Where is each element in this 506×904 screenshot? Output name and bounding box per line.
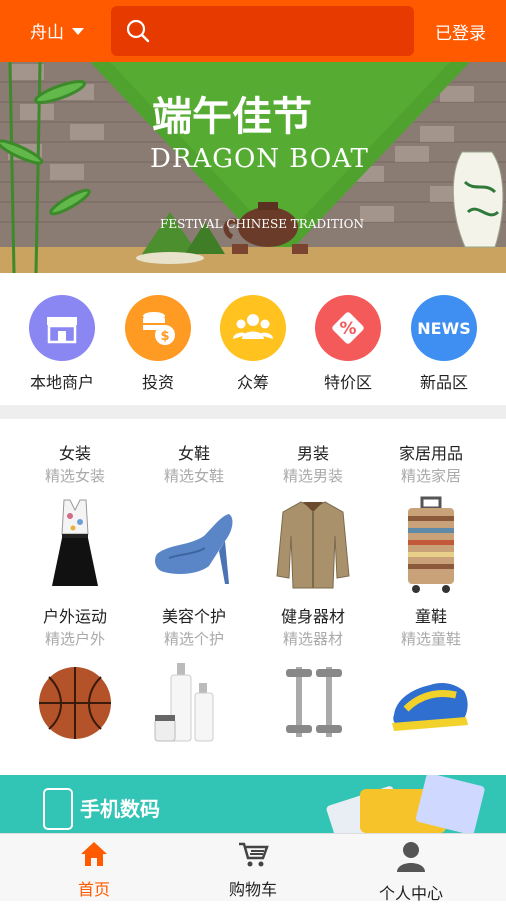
product-category-beauty-care[interactable]: 美容个护 精选个护 [131,607,257,749]
category-local-merchants[interactable]: 本地商户 [14,295,110,393]
search-icon [126,19,150,43]
cart-icon [239,842,269,867]
category-shortcuts: 本地商户 $ 投资 众筹 % 特价区 NEWS 新品区 [0,273,506,405]
product-title: 童鞋 [414,607,447,626]
product-title: 美容个护 [161,607,226,626]
product-category-home-goods[interactable]: 家居用品 精选家居 [368,444,494,596]
city-selector[interactable]: 舟山 [30,18,84,43]
product-title: 家居用品 [398,444,463,463]
product-subtitle: 精选男装 [282,467,343,485]
product-title: 户外运动 [42,607,107,626]
product-title: 女装 [58,444,91,463]
group-icon [220,295,286,361]
product-subtitle: 精选器材 [282,630,343,648]
section-divider [0,405,506,419]
jacket-icon [276,501,350,589]
banner-subtitle: FESTIVAL CHINESE TRADITION [160,217,364,231]
nav-home-label: 首页 [77,880,110,899]
category-label: 新品区 [419,373,468,392]
login-status[interactable]: 已登录 [435,19,486,44]
promo-banner[interactable]: 手机数码 [0,775,506,833]
sneaker-icon [392,683,468,731]
top-bar: 舟山 已登录 [0,0,506,62]
banner-title: DRAGON BOAT [150,144,369,174]
category-label: 特价区 [323,373,372,392]
nav-home[interactable]: 首页 [10,840,178,900]
storefront-icon [29,295,95,361]
festival-banner[interactable]: 端午佳节 DRAGON BOAT FESTIVAL CHINESE TRADIT… [0,62,506,273]
product-subtitle: 精选个护 [163,630,224,648]
news-icon: NEWS [411,295,477,361]
nav-profile[interactable]: 个人中心 [327,840,495,904]
dress-icon [52,499,98,586]
category-new-arrivals[interactable]: NEWS 新品区 [396,295,492,393]
product-subtitle: 精选家居 [400,467,461,485]
nav-cart-label: 购物车 [228,880,277,899]
high-heel-icon [155,514,233,584]
chevron-down-icon [72,28,84,35]
product-title: 女鞋 [177,444,210,463]
suitcase-icon [408,496,454,593]
search-box[interactable] [111,6,414,56]
promo-text: 手机数码 [80,797,160,821]
home-icon [81,842,107,866]
coins-icon: $ [125,295,191,361]
category-crowdfunding[interactable]: 众筹 [205,295,301,393]
dumbbell-icon [286,667,342,737]
nav-profile-label: 个人中心 [378,884,443,903]
promo-graphic [43,775,485,833]
product-subtitle: 精选户外 [44,630,105,648]
city-label: 舟山 [30,23,64,43]
news-badge-text: NEWS [417,319,471,338]
product-grid: 女装 精选女装 女鞋 精选女鞋 男装 精选男装 家居用品 精选家居 户外运动 精… [0,419,506,775]
product-title: 健身器材 [280,607,345,626]
product-title: 男装 [296,444,329,463]
banner-big-title: 端午佳节 [152,93,312,140]
category-label: 众筹 [236,373,269,392]
nav-cart[interactable]: 购物车 [169,840,337,900]
product-category-outdoor-sports[interactable]: 户外运动 精选户外 [12,607,138,749]
svg-text:%: % [339,319,356,339]
bottom-navigation: 首页 购物车 个人中心 [0,833,506,904]
product-subtitle: 精选童鞋 [400,630,461,648]
product-category-womens-shoes[interactable]: 女鞋 精选女鞋 [131,444,257,596]
category-label: 本地商户 [29,373,94,392]
svg-text:$: $ [160,329,169,344]
product-category-mens-clothing[interactable]: 男装 精选男装 [250,444,376,596]
product-subtitle: 精选女鞋 [163,467,224,485]
product-category-womens-clothing[interactable]: 女装 精选女装 [12,444,138,596]
category-investment[interactable]: $ 投资 [110,295,206,393]
category-label: 投资 [141,373,174,392]
percent-icon: % [315,295,381,361]
basketball-icon [39,667,111,739]
category-specials[interactable]: % 特价区 [300,295,396,393]
product-subtitle: 精选女装 [44,467,105,485]
product-category-fitness-equipment[interactable]: 健身器材 精选器材 [250,607,376,749]
product-category-kids-shoes[interactable]: 童鞋 精选童鞋 [368,607,494,749]
person-icon [397,842,425,872]
cosmetics-icon [154,663,214,742]
